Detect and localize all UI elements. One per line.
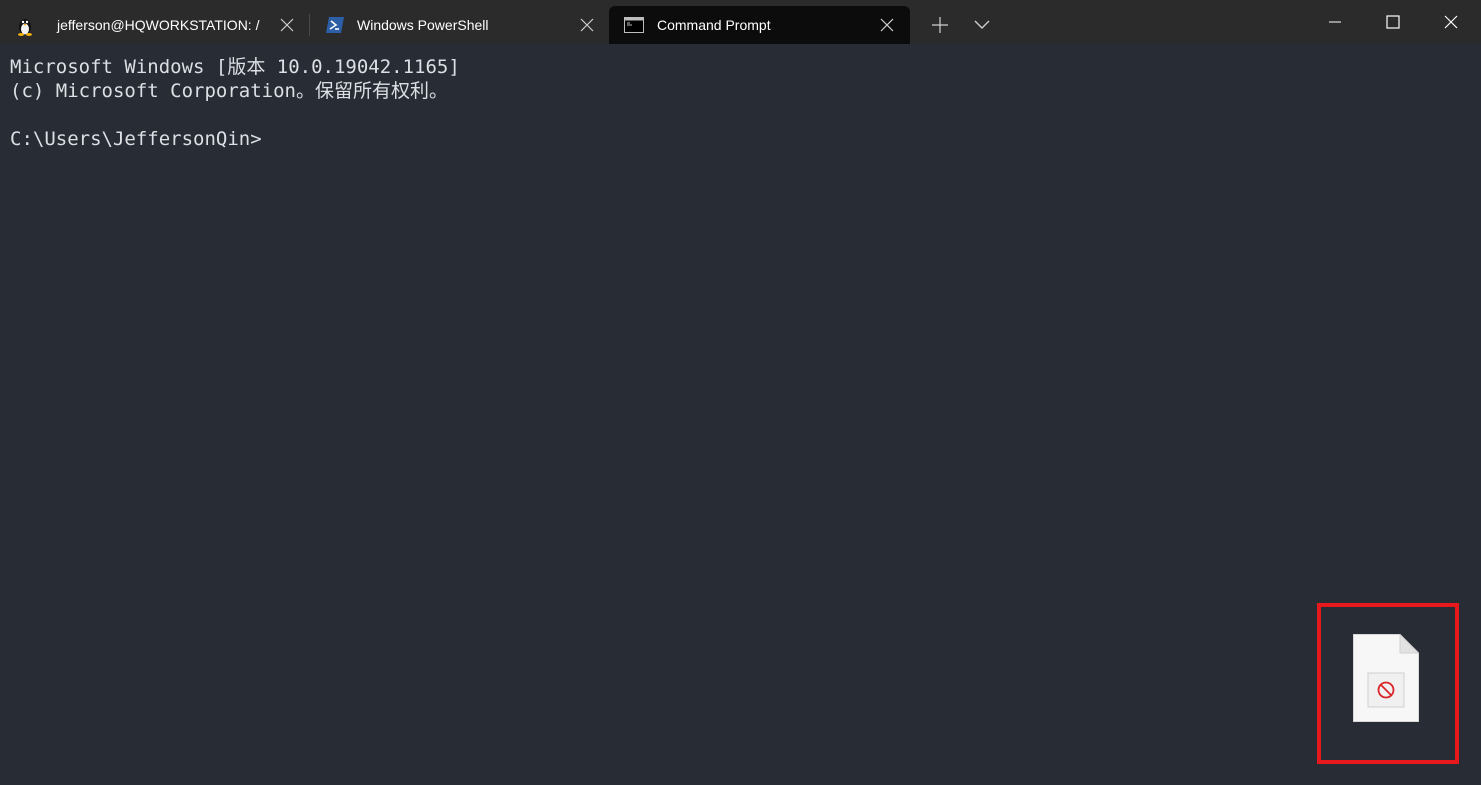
terminal-line: Microsoft Windows [版本 10.0.19042.1165] <box>10 56 460 78</box>
tab-label: Command Prompt <box>657 17 771 33</box>
blocked-file-icon[interactable] <box>1353 633 1420 722</box>
cmd-icon <box>624 17 644 35</box>
maximize-icon[interactable] <box>1365 0 1423 44</box>
terminal-output[interactable]: Microsoft Windows [版本 10.0.19042.1165] (… <box>0 44 1481 785</box>
linux-penguin-icon <box>16 16 34 36</box>
terminal-prompt: C:\Users\JeffersonQin> <box>10 128 262 150</box>
terminal-line: (c) Microsoft Corporation。保留所有权利。 <box>10 80 448 102</box>
tab-close-icon[interactable] <box>280 18 294 32</box>
minimize-icon[interactable] <box>1307 0 1365 44</box>
tab-linux[interactable]: jefferson@HQWORKSTATION: / <box>0 6 308 44</box>
powershell-icon <box>325 16 344 34</box>
tab-close-icon[interactable] <box>880 18 894 32</box>
tab-close-icon[interactable] <box>580 18 594 32</box>
tab-powershell[interactable]: Windows PowerShell <box>310 6 608 44</box>
tab-label: Windows PowerShell <box>357 17 489 33</box>
close-icon[interactable] <box>1423 0 1481 44</box>
title-bar[interactable]: jefferson@HQWORKSTATION: / Windows Power… <box>0 0 1481 44</box>
plus-icon[interactable] <box>930 15 950 35</box>
tab-command-prompt[interactable]: Command Prompt <box>609 6 910 44</box>
tab-label: jefferson@HQWORKSTATION: / <box>57 17 260 33</box>
drop-target-highlight <box>1317 603 1459 764</box>
chevron-down-icon[interactable] <box>972 15 992 35</box>
windows-terminal-window: jefferson@HQWORKSTATION: / Windows Power… <box>0 0 1481 785</box>
